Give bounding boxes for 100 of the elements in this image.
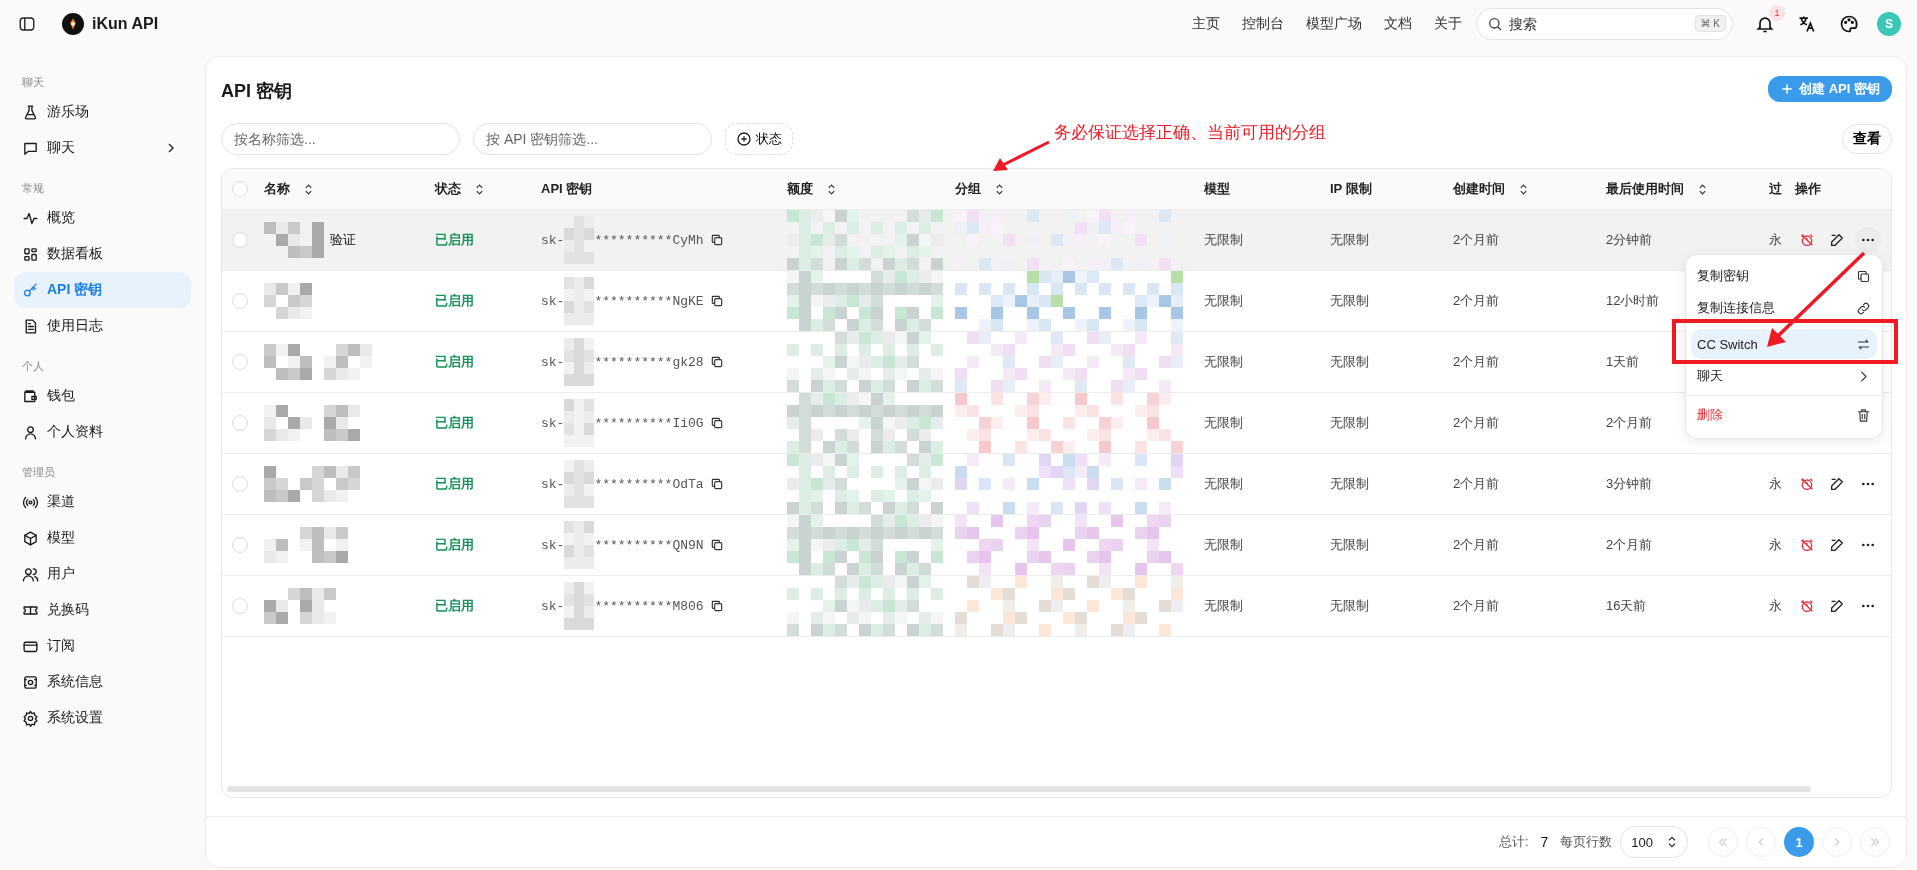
checkbox[interactable] <box>232 181 248 197</box>
sort-icon[interactable] <box>825 182 838 196</box>
sidebar-item[interactable]: 数据看板 <box>14 236 191 272</box>
sidebar-item[interactable]: 兑换码 <box>14 592 191 628</box>
bell-icon[interactable] <box>1755 14 1775 34</box>
grid-icon <box>22 245 39 263</box>
nav-link[interactable]: 模型广场 <box>1306 15 1362 33</box>
sidebar-item[interactable]: 模型 <box>14 520 191 556</box>
copy-icon[interactable] <box>709 599 724 613</box>
total-count: 7 <box>1540 834 1549 850</box>
table-cell: 2个月前 <box>1453 597 1500 615</box>
copy-icon[interactable] <box>709 355 724 369</box>
table-cell: 永 <box>1769 597 1782 615</box>
sidebar-item[interactable]: 订阅 <box>14 628 191 664</box>
sidebar-item[interactable]: 个人资料 <box>14 414 191 450</box>
sidebar-item[interactable]: 系统信息 <box>14 664 191 700</box>
sidebar-item[interactable]: 用户 <box>14 556 191 592</box>
table-cell: 2个月前 <box>1453 536 1500 554</box>
section-label: 个人 <box>21 359 45 374</box>
column-header[interactable]: 额度 <box>787 180 813 198</box>
checkbox[interactable] <box>232 354 248 370</box>
pixelated-redaction <box>564 582 595 630</box>
translate-icon[interactable] <box>1797 14 1817 34</box>
table-cell: 无限制 <box>1204 231 1243 249</box>
sidebar-item[interactable]: 钱包 <box>14 378 191 414</box>
sort-icon[interactable] <box>1517 182 1530 196</box>
sort-icon[interactable] <box>473 182 486 196</box>
filter-field[interactable]: 按名称筛选... <box>221 123 460 155</box>
filter-field[interactable]: 按 API 密钥筛选... <box>473 123 712 155</box>
app-title: iKun API <box>92 15 159 33</box>
double-chevron-right-icon <box>1868 835 1882 849</box>
table-cell: 2个月前 <box>1606 414 1653 432</box>
page-size-label: 每页行数 <box>1560 833 1613 851</box>
sidebar-item[interactable]: 系统设置 <box>14 700 191 736</box>
shortcut-badge: ⌘ K <box>1694 15 1726 32</box>
menu-item[interactable]: 复制连接信息 <box>1691 293 1877 323</box>
checkbox[interactable] <box>232 598 248 614</box>
wallet-icon <box>22 387 39 405</box>
column-header[interactable]: 创建时间 <box>1453 180 1505 198</box>
table-cell: 无限制 <box>1330 597 1369 615</box>
sidebar-item[interactable]: 游乐场 <box>14 94 191 130</box>
sidebar-item[interactable]: 使用日志 <box>14 308 191 344</box>
nav-link[interactable]: 文档 <box>1384 15 1412 33</box>
column-header[interactable]: 名称 <box>264 180 290 198</box>
sidebar-item[interactable]: 渠道 <box>14 484 191 520</box>
slashed-alarm-icon[interactable] <box>1799 537 1815 553</box>
status-text: 已启用 <box>435 536 474 554</box>
nav-link[interactable]: 关于 <box>1434 15 1462 33</box>
palette-icon[interactable] <box>1839 14 1859 34</box>
pixelated-redaction <box>264 283 312 319</box>
sort-icon[interactable] <box>1696 182 1709 196</box>
checkbox[interactable] <box>232 476 248 492</box>
copy-icon[interactable] <box>709 294 724 308</box>
masked-api-key: **********QN9N <box>594 537 704 553</box>
slashed-alarm-icon[interactable] <box>1799 232 1815 248</box>
key-prefix: sk- <box>541 476 565 492</box>
copy-icon[interactable] <box>709 233 724 247</box>
cube-icon <box>22 529 39 547</box>
table-cell: 12小时前 <box>1606 292 1660 310</box>
slashed-alarm-icon[interactable] <box>1799 598 1815 614</box>
sidebar-item[interactable]: 聊天 <box>14 130 191 166</box>
more-button[interactable] <box>1855 227 1881 253</box>
checkbox[interactable] <box>232 415 248 431</box>
masked-api-key: **********OdTa <box>594 476 704 492</box>
copy-icon[interactable] <box>709 416 724 430</box>
checkbox[interactable] <box>232 293 248 309</box>
sidebar-item[interactable]: API 密钥 <box>14 272 191 308</box>
nav-link[interactable]: 控制台 <box>1242 15 1284 33</box>
edit-icon[interactable] <box>1829 598 1845 614</box>
status-filter-button[interactable]: 状态 <box>725 123 793 155</box>
column-header[interactable]: 分组 <box>955 180 981 198</box>
checkbox[interactable] <box>232 232 248 248</box>
menu-item[interactable]: 聊天 <box>1691 361 1877 391</box>
edit-icon[interactable] <box>1829 537 1845 553</box>
sidebar-item[interactable]: 概览 <box>14 200 191 236</box>
menu-item[interactable]: 复制密钥 <box>1691 261 1877 291</box>
edit-icon[interactable] <box>1829 232 1845 248</box>
view-button[interactable]: 查看 <box>1842 124 1892 154</box>
column-header[interactable]: 最后使用时间 <box>1606 180 1684 198</box>
nav-link[interactable]: 主页 <box>1192 15 1220 33</box>
checkbox[interactable] <box>232 537 248 553</box>
page-size-select[interactable]: 100 <box>1620 826 1688 858</box>
menu-item[interactable]: 删除 <box>1691 400 1877 430</box>
sidebar-toggle-icon[interactable] <box>18 15 36 33</box>
chip-icon <box>22 673 39 691</box>
pixelated-redaction <box>564 277 595 325</box>
copy-icon[interactable] <box>709 477 724 491</box>
sort-icon[interactable] <box>302 182 315 196</box>
table-cell: 无限制 <box>1330 414 1369 432</box>
column-header[interactable]: 状态 <box>435 180 461 198</box>
status-text: 已启用 <box>435 597 474 615</box>
sort-icon[interactable] <box>993 182 1006 196</box>
table-cell: 无限制 <box>1330 292 1369 310</box>
menu-item[interactable]: CC Switch <box>1691 329 1877 359</box>
pixelated-redaction <box>564 338 595 386</box>
scrollbar-thumb[interactable] <box>227 786 1811 792</box>
copy-icon[interactable] <box>709 538 724 552</box>
edit-icon[interactable] <box>1829 476 1845 492</box>
notification-badge: 1 <box>1769 5 1785 21</box>
slashed-alarm-icon[interactable] <box>1799 476 1815 492</box>
